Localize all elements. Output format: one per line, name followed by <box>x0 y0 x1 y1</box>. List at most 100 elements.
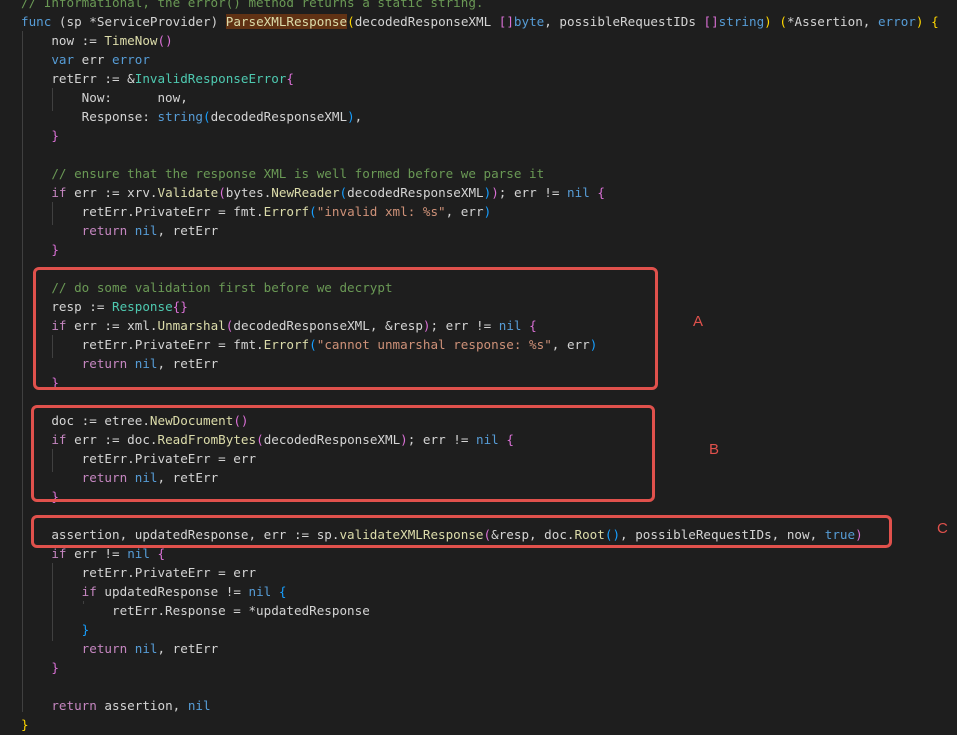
code-token: ( <box>339 185 348 200</box>
code-line[interactable]: retErr.PrivateErr = err <box>21 563 256 582</box>
code-line[interactable]: var err error <box>21 50 150 69</box>
code-token: } <box>51 242 59 257</box>
annotation-label-b: B <box>709 441 720 458</box>
code-token: } <box>51 660 59 675</box>
code-token: Now: now, <box>21 90 188 105</box>
code-line[interactable]: } <box>21 658 59 677</box>
code-line[interactable]: now := TimeNow() <box>21 31 173 50</box>
code-token: byte <box>513 14 545 29</box>
code-token: decodedResponseXML <box>210 109 348 124</box>
code-token: ( <box>202 109 211 124</box>
code-token: err <box>74 52 113 67</box>
code-token: ( <box>309 204 317 219</box>
code-token: ) <box>347 109 355 124</box>
code-token: [] <box>498 14 514 29</box>
code-token: , possibleRequestIDs <box>544 14 704 29</box>
code-token: } <box>51 128 59 143</box>
annotation-label-c: C <box>937 520 948 537</box>
code-token: [] <box>703 14 719 29</box>
code-line[interactable]: retErr.Response = *updatedResponse <box>21 601 370 620</box>
code-token: Errorf <box>263 204 310 219</box>
code-token: retErr.Response = *updatedResponse <box>21 603 370 618</box>
code-token: bytes. <box>225 185 272 200</box>
code-token: decodedResponseXML <box>347 185 484 200</box>
code-line[interactable]: } <box>21 240 59 259</box>
code-token: , err <box>445 204 484 219</box>
code-token: now := <box>21 33 105 48</box>
code-token: "invalid xml: %s" <box>316 204 446 219</box>
code-token: Response: <box>21 109 158 124</box>
code-token: nil <box>248 584 272 599</box>
code-line[interactable]: } <box>21 126 59 145</box>
annotation-label-a: A <box>693 313 704 330</box>
code-token: err := xrv. <box>66 185 158 200</box>
code-token: // Informational, the error() method ret… <box>21 0 484 10</box>
code-token: { <box>278 584 287 599</box>
code-token: nil <box>134 641 158 656</box>
code-line[interactable]: // Informational, the error() method ret… <box>21 0 484 12</box>
code-token: return <box>81 641 128 656</box>
code-line[interactable]: if err := xrv.Validate(bytes.NewReader(d… <box>21 183 605 202</box>
code-token: { <box>931 14 939 29</box>
code-token: , retErr <box>157 641 219 656</box>
code-token: ( <box>779 14 787 29</box>
code-token: string <box>157 109 203 124</box>
code-line[interactable]: return nil, retErr <box>21 221 219 240</box>
code-token: NewReader <box>271 185 340 200</box>
code-line[interactable]: retErr := &InvalidResponseError{ <box>21 69 294 88</box>
code-token: ) <box>764 14 772 29</box>
code-token: decodedResponseXML <box>354 14 499 29</box>
code-line[interactable]: retErr.PrivateErr = fmt.Errorf("invalid … <box>21 202 492 221</box>
code-token: { <box>157 546 166 561</box>
code-token: error <box>877 14 916 29</box>
code-token: string <box>718 14 765 29</box>
code-token: ( <box>218 185 226 200</box>
code-line[interactable]: // ensure that the response XML is well … <box>21 164 544 183</box>
code-line[interactable]: } <box>21 620 90 639</box>
code-token: * <box>81 14 97 29</box>
code-token: assertion, <box>96 698 188 713</box>
code-token: ParseXMLResponse <box>225 14 348 29</box>
code-token: retErr.PrivateErr = err <box>21 565 257 580</box>
code-token: Validate <box>157 185 219 200</box>
code-token: retErr.PrivateErr = fmt. <box>21 204 264 219</box>
code-token: } <box>21 717 29 732</box>
code-token: ; err != <box>498 185 568 200</box>
code-token: TimeNow <box>104 33 158 48</box>
code-token: sp <box>66 14 82 29</box>
code-line[interactable]: if updatedResponse != nil { <box>21 582 287 601</box>
code-line[interactable]: Now: now, <box>21 88 188 107</box>
code-token: return <box>51 698 97 713</box>
code-token: } <box>81 622 90 637</box>
code-line[interactable]: } <box>21 715 29 734</box>
code-line[interactable]: Response: string(decodedResponseXML), <box>21 107 363 126</box>
code-line[interactable]: return assertion, nil <box>21 696 210 715</box>
code-token: ) <box>210 14 226 29</box>
code-token: , retErr <box>157 223 219 238</box>
code-token: { <box>286 71 294 86</box>
code-token: if <box>51 546 67 561</box>
code-token: () <box>157 33 173 48</box>
code-token: err != <box>66 546 128 561</box>
code-token: InvalidResponseError <box>134 71 287 86</box>
annotation-box-b <box>31 405 655 502</box>
code-editor[interactable]: // Informational, the error() method ret… <box>0 0 957 735</box>
code-token: // ensure that the response XML is well … <box>21 166 545 181</box>
code-line[interactable]: return nil, retErr <box>21 639 219 658</box>
code-line[interactable]: func (sp *ServiceProvider) ParseXMLRespo… <box>21 12 939 31</box>
code-token: ( <box>347 14 355 29</box>
